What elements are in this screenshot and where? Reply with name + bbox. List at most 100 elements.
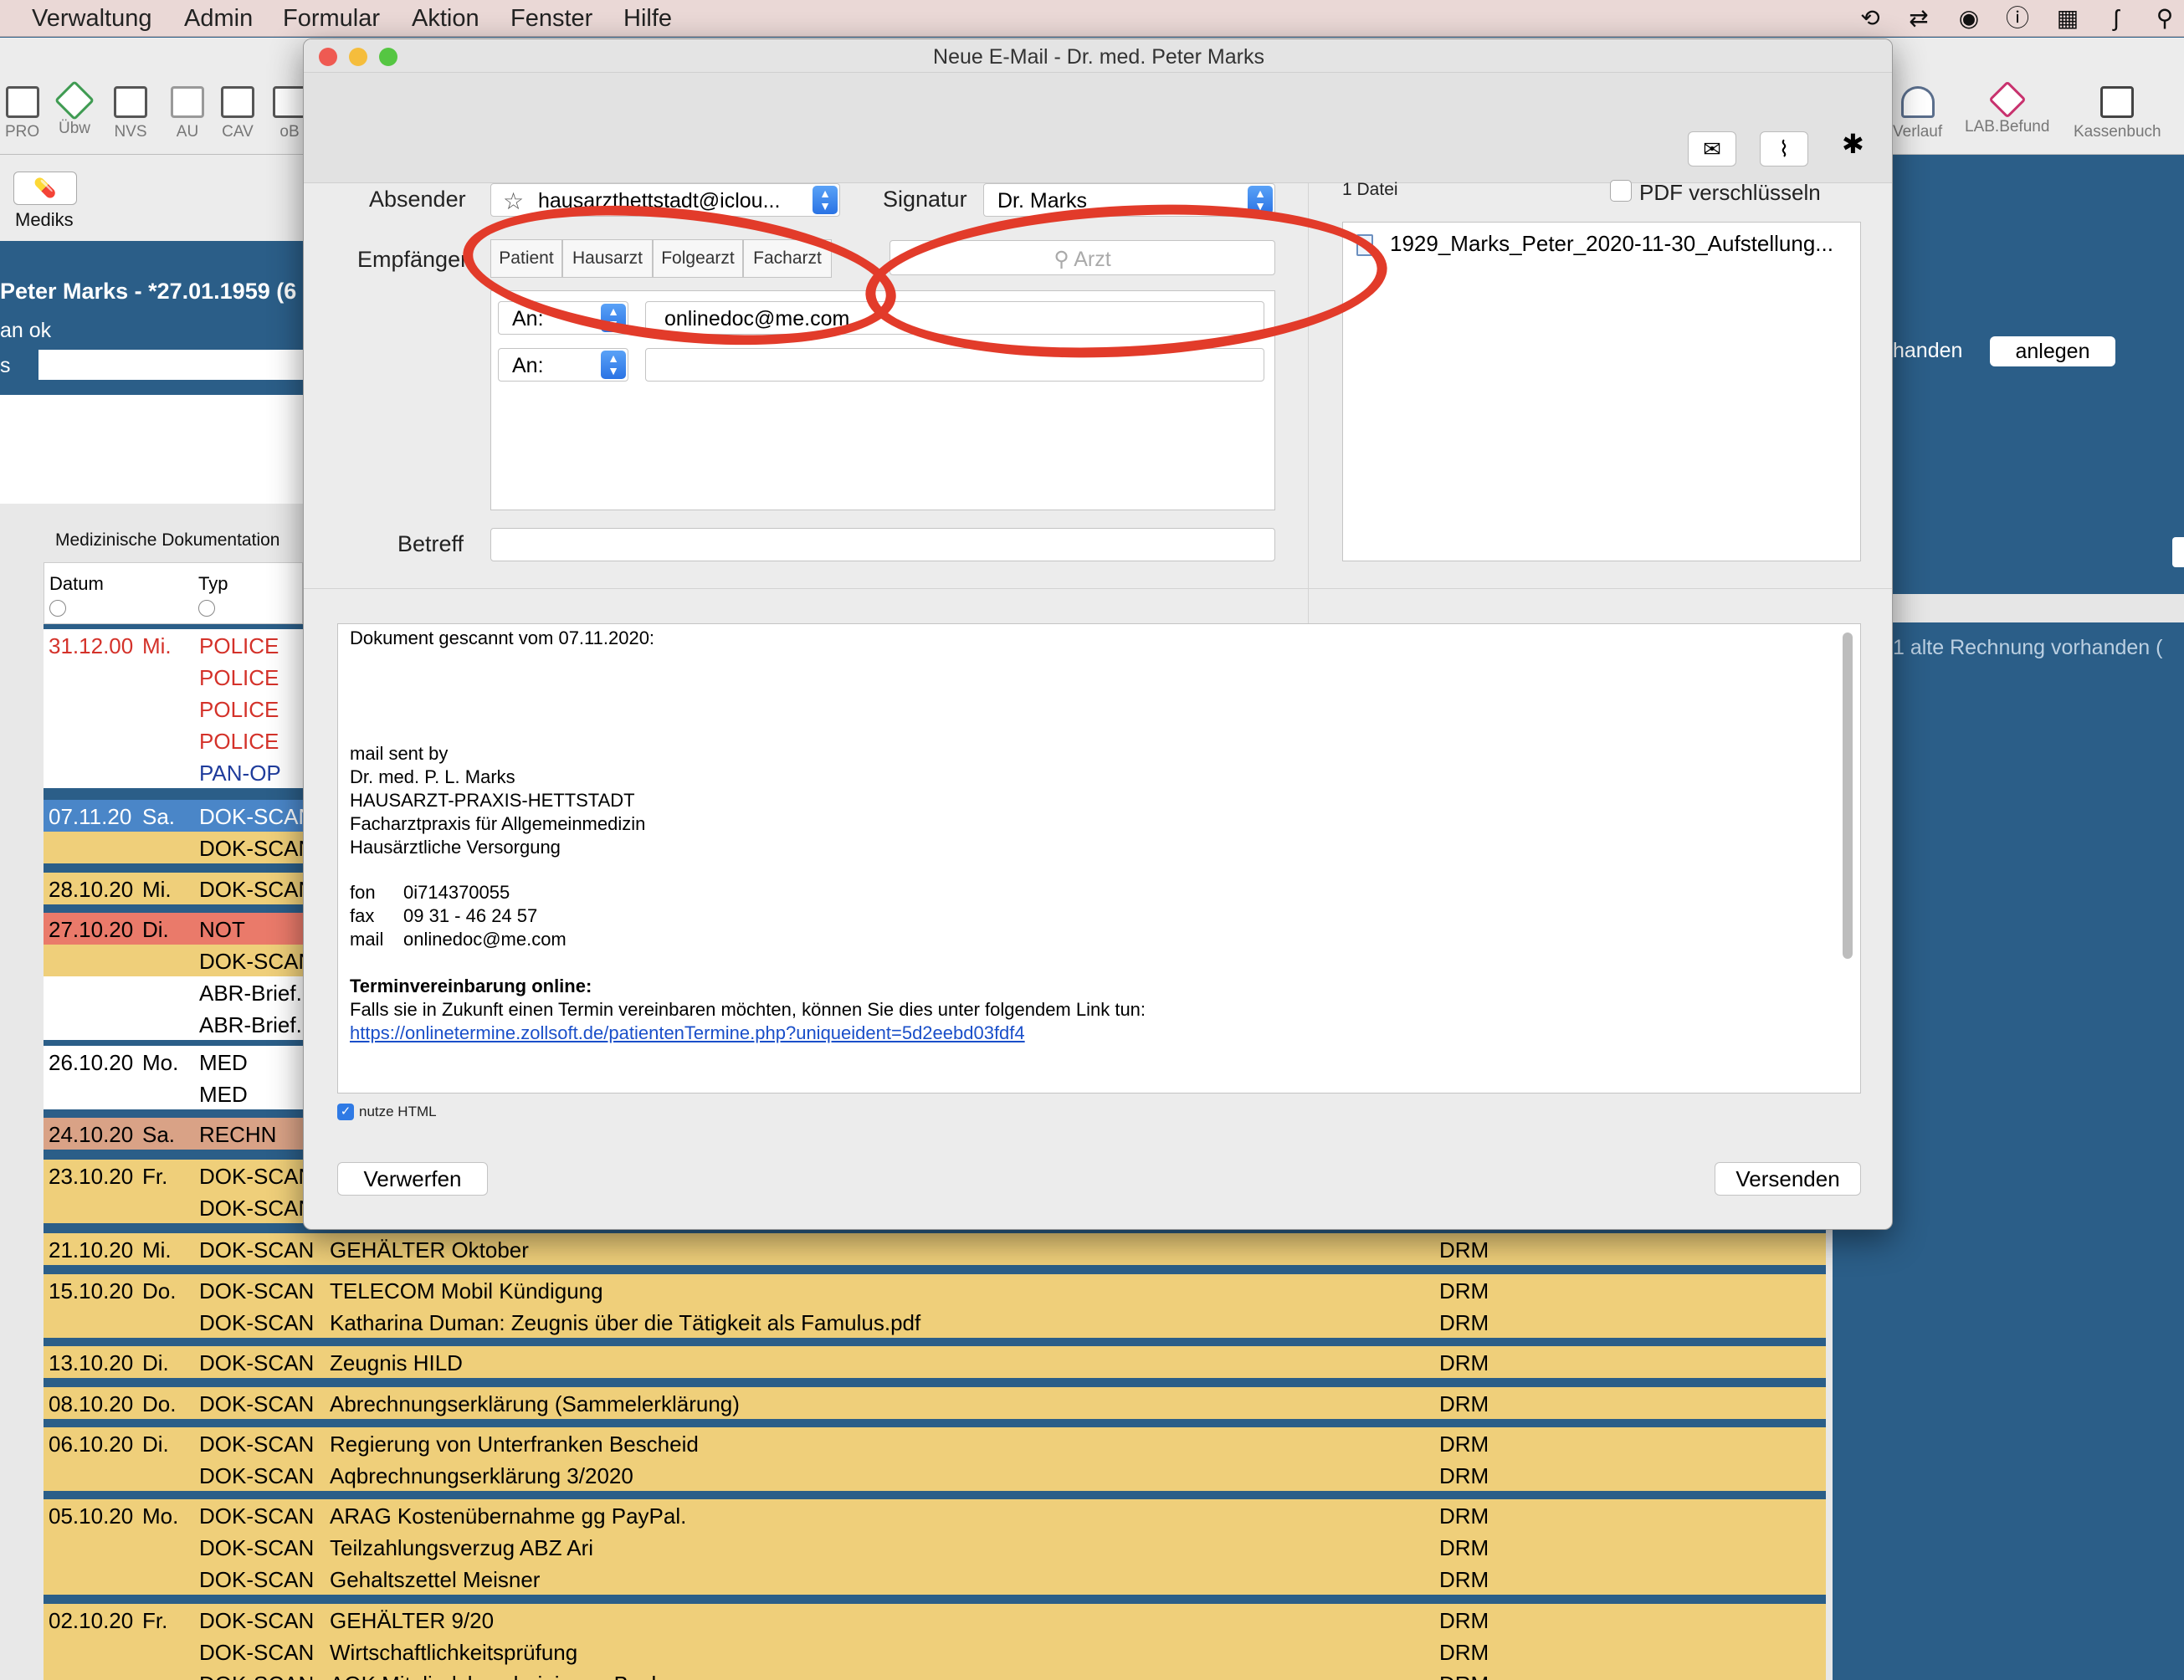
cell-type: DOK-SCAN [199, 877, 315, 902]
send-button[interactable]: Versenden [1715, 1162, 1861, 1196]
cell-text: Regierung von Unterfranken Bescheid [330, 1432, 699, 1457]
envelope-icon: ✉ [1703, 136, 1721, 161]
cell-day: Mi. [142, 633, 172, 658]
overview-icon [54, 79, 95, 121]
cell-type: DOK-SCAN [199, 1640, 315, 1665]
cell-type: PAN-OP [199, 761, 281, 786]
dialog-iconbar: ✉ ⌇ ✱ [304, 73, 1892, 183]
table-row[interactable]: 06.10.20 Di. DOK-SCAN Regierung von Unterfr… [44, 1427, 1826, 1459]
right-mini-button[interactable] [2172, 537, 2184, 567]
cell-text: Wirtschaftlichkeitsprüfung [330, 1640, 578, 1665]
attachment-item[interactable]: 1929_Marks_Peter_2020-11-30_Aufstellung.… [1390, 231, 1833, 257]
cell-date: 27.10.20 [49, 917, 134, 942]
cell-user: DRM [1439, 1567, 1489, 1592]
cell-day: Fr. [142, 1608, 168, 1633]
search-icon[interactable]: ◉ [1955, 4, 1983, 33]
cell-type: DOK-SCAN [199, 1535, 315, 1560]
paperclip-icon: ⌇ [1778, 136, 1790, 161]
pdf-encrypt-checkbox[interactable] [1610, 180, 1632, 202]
table-row[interactable]: DOK-SCAN Aqbrechnungserklärung 3/2020 DRM [44, 1459, 1826, 1491]
menu-verwaltung[interactable]: Verwaltung [32, 5, 152, 33]
body-fon-label: fon [350, 882, 376, 903]
cell-user: DRM [1439, 1672, 1489, 1680]
body-link[interactable]: https://onlinetermine.zollsoft.de/patien… [350, 1022, 1025, 1044]
sync-icon[interactable]: ⟲ [1856, 4, 1884, 33]
recipient-kind-select[interactable]: An: ▲ ▼ [498, 348, 628, 382]
anlegen-button[interactable]: anlegen [1990, 336, 2115, 366]
toolbar-uebw[interactable]: Übw [54, 79, 95, 138]
cell-text: AOK Mitgliedsbescheinigung Beck [330, 1672, 662, 1680]
toolbar-cav[interactable]: CAV [221, 86, 254, 141]
cell-day: Mi. [142, 877, 172, 902]
cell-type: DOK-SCAN [199, 1164, 315, 1189]
edit-document-icon [114, 86, 147, 118]
cell-user: DRM [1439, 1535, 1489, 1560]
pill-icon: 💊 [33, 177, 57, 198]
patient-input[interactable] [38, 350, 306, 380]
table-row[interactable]: DOK-SCAN Teilzahlungsverzug ABZ Ari DRM [44, 1531, 1826, 1563]
cell-type: MED [199, 1082, 248, 1107]
date-filter-radio[interactable] [49, 600, 66, 617]
toolbar-pro[interactable]: PRO [5, 86, 39, 141]
table-row[interactable]: 21.10.20 Mi. DOK-SCAN GEHÄLTER Oktober DRM [44, 1233, 1826, 1265]
ob-icon [273, 86, 306, 118]
cell-type: MED [199, 1050, 248, 1075]
cell-day: Di. [142, 1350, 169, 1375]
table-row[interactable]: DOK-SCAN Wirtschaftlichkeitsprüfung DRM [44, 1636, 1826, 1667]
menu-hilfe[interactable]: Hilfe [623, 5, 672, 33]
cell-date: 23.10.20 [49, 1164, 134, 1189]
body-line: Dr. med. P. L. Marks [350, 766, 515, 787]
cell-date: 07.11.20 [49, 804, 132, 829]
type-filter-radio[interactable] [198, 600, 215, 617]
table-row[interactable]: 15.10.20 Do. DOK-SCAN TELECOM Mobil Kündigu… [44, 1274, 1826, 1306]
cell-text: GEHÄLTER 9/20 [330, 1608, 495, 1633]
right-field[interactable] [1893, 594, 2184, 622]
menu-fenster[interactable]: Fenster [510, 5, 592, 33]
menubar: Verwaltung Admin Formular Aktion Fenster… [0, 0, 2184, 37]
info-icon[interactable]: ⓘ [2003, 4, 2032, 33]
toolbar-au[interactable]: AU [171, 86, 204, 141]
mediks-button[interactable]: 💊 [13, 172, 77, 205]
table-row[interactable]: 05.10.20 Mo. DOK-SCAN ARAG Kostenübernahme … [44, 1499, 1826, 1531]
toolbar-kassenbuch[interactable]: Kassenbuch [2074, 86, 2161, 141]
script-icon[interactable]: ʃ [2102, 4, 2130, 33]
broom-icon[interactable]: ⚲ [2151, 4, 2179, 33]
menu-aktion[interactable]: Aktion [412, 5, 479, 33]
col-type-header[interactable]: Typ [198, 573, 228, 595]
cell-type: DOK-SCAN [199, 1463, 315, 1488]
table-row[interactable]: 13.10.20 Di. DOK-SCAN Zeugnis HILD DRM [44, 1346, 1826, 1378]
recipient-label: Empfänger [357, 247, 469, 272]
body-scrollbar[interactable] [1843, 633, 1853, 959]
grid-icon[interactable]: ▦ [2053, 4, 2082, 33]
table-row[interactable]: DOK-SCAN AOK Mitgliedsbescheinigung Beck D… [44, 1667, 1826, 1680]
cell-user: DRM [1439, 1432, 1489, 1457]
gear-icon[interactable]: ✱ [1842, 128, 1864, 160]
subject-input[interactable] [490, 528, 1275, 561]
col-date-header[interactable]: Datum [49, 573, 104, 595]
toolbar-verlauf[interactable]: Verlauf [1893, 86, 1942, 141]
menu-formular[interactable]: Formular [283, 5, 380, 33]
attach-button[interactable]: ⌇ [1760, 131, 1808, 166]
body-line: mail sent by [350, 743, 449, 764]
toolbar-lab-befund[interactable]: LAB.Befund [1965, 80, 2049, 136]
cell-type: ABR-Brief. [199, 1012, 302, 1037]
cell-date: 21.10.20 [49, 1237, 134, 1263]
cell-type: DOK-SCAN [199, 1391, 315, 1416]
email-body[interactable]: Dokument gescannt vom 07.11.2020: mail s… [337, 623, 1861, 1094]
use-html-checkbox[interactable]: ✓ [337, 1104, 354, 1120]
cell-user: DRM [1439, 1608, 1489, 1633]
table-row[interactable]: 08.10.20 Do. DOK-SCAN Abrechnungserklärung … [44, 1387, 1826, 1419]
envelope-button[interactable]: ✉ [1688, 131, 1736, 166]
cell-date: 08.10.20 [49, 1391, 134, 1416]
discard-button[interactable]: Verwerfen [337, 1162, 488, 1196]
toolbar-ob[interactable]: oB [273, 86, 306, 141]
cell-day: Sa. [142, 1122, 176, 1147]
table-row[interactable]: DOK-SCAN Katharina Duman: Zeugnis über di… [44, 1306, 1826, 1338]
cell-day: Mo. [142, 1050, 179, 1075]
teamviewer-icon[interactable]: ⇄ [1905, 4, 1933, 33]
table-row[interactable]: DOK-SCAN Gehaltszettel Meisner DRM [44, 1563, 1826, 1595]
menu-admin[interactable]: Admin [184, 5, 253, 33]
cell-text: Abrechnungserklärung (Sammelerklärung) [330, 1391, 740, 1416]
toolbar-nvs[interactable]: NVS [114, 86, 147, 141]
table-row[interactable]: 02.10.20 Fr. DOK-SCAN GEHÄLTER 9/20 DRM [44, 1604, 1826, 1636]
